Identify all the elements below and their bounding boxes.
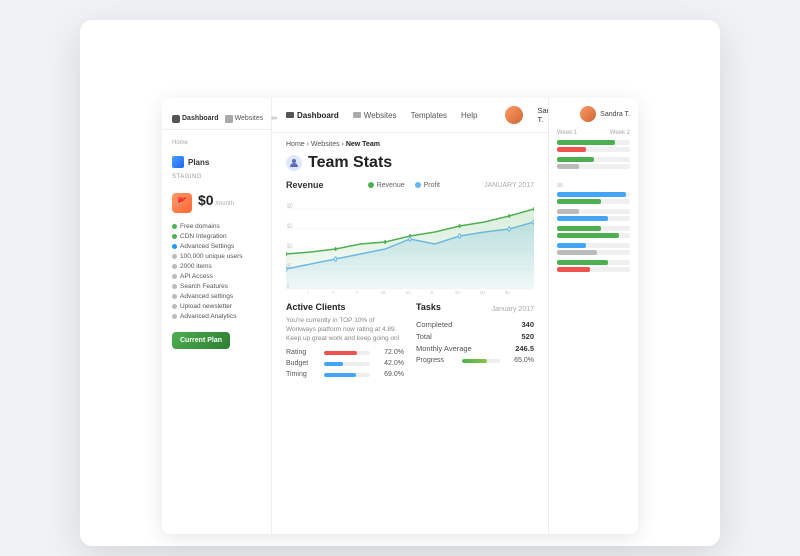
active-clients-title: Active Clients bbox=[286, 302, 404, 312]
feature-cdn: CDN Integration bbox=[172, 233, 261, 240]
nav-help[interactable]: Help bbox=[461, 111, 477, 120]
bottom-section: Active Clients You're currently in TOP 1… bbox=[286, 302, 534, 382]
price-value: $0 bbox=[198, 192, 214, 208]
right-panel: Sandra T. Week 1 Week 2 95 bbox=[548, 98, 638, 534]
main-content: Dashboard Websites Templates Help Sandra… bbox=[272, 98, 548, 534]
nav-dashboard[interactable]: Dashboard bbox=[286, 111, 339, 120]
right-panel-user: Sandra T. bbox=[557, 106, 630, 122]
top-navigation: Dashboard Websites Templates Help Sandra… bbox=[272, 98, 548, 133]
metric-rating: Rating 72.0% bbox=[286, 349, 404, 356]
feature-newsletter: Upload newsletter bbox=[172, 303, 261, 310]
feature-items: 2000 items bbox=[172, 263, 261, 270]
svg-text:6: 6 bbox=[356, 289, 358, 294]
svg-text:18.1: 18.1 bbox=[406, 289, 412, 294]
revenue-date: JANUARY 2017 bbox=[484, 182, 534, 189]
legend-revenue: Revenue bbox=[368, 182, 405, 189]
feature-advanced: Advanced Settings bbox=[172, 243, 261, 250]
right-panel-name: Sandra T. bbox=[600, 111, 630, 118]
plans-icon bbox=[172, 156, 184, 168]
svg-text:122: 122 bbox=[381, 289, 386, 294]
breadcrumb: Home › Websites › New Team bbox=[286, 141, 534, 148]
right-bar-1 bbox=[557, 140, 630, 152]
metric-budget: Budget 42.0% bbox=[286, 360, 404, 367]
right-bar-5 bbox=[557, 226, 630, 238]
svg-text:$15: $15 bbox=[287, 223, 293, 230]
legend-profit: Profit bbox=[415, 182, 440, 189]
right-bar-2 bbox=[557, 157, 630, 169]
progress-row: Progress 65.0% bbox=[416, 357, 534, 364]
right-bar-6 bbox=[557, 243, 630, 255]
svg-text:29.1: 29.1 bbox=[505, 289, 511, 294]
svg-text:29.4: 29.4 bbox=[480, 289, 486, 294]
sidebar-breadcrumb: Home bbox=[162, 138, 271, 148]
right-panel-avatar bbox=[580, 106, 596, 122]
task-completed: Completed 340 bbox=[416, 320, 534, 329]
svg-text:$20: $20 bbox=[287, 203, 293, 210]
price-icon: 🚩 bbox=[172, 193, 192, 213]
svg-text:22.7: 22.7 bbox=[455, 289, 461, 294]
price-suffix: /month bbox=[216, 201, 234, 207]
active-clients-section: Active Clients You're currently in TOP 1… bbox=[286, 302, 404, 382]
right-bar-4 bbox=[557, 209, 630, 221]
metric-timing: Timing 69.0% bbox=[286, 371, 404, 378]
user-avatar bbox=[505, 106, 523, 124]
nav-templates[interactable]: Templates bbox=[411, 111, 447, 120]
svg-text:3: 3 bbox=[332, 289, 334, 294]
svg-text:0: 0 bbox=[287, 283, 289, 290]
feature-search: Search Features bbox=[172, 283, 261, 290]
team-stats-icon bbox=[286, 155, 302, 171]
revenue-title: Revenue bbox=[286, 180, 324, 190]
sidebar: Dashboard Websites ✏ Home Plans STAGING … bbox=[162, 98, 272, 534]
svg-text:$10: $10 bbox=[287, 243, 293, 250]
feature-free-domains: Free domains bbox=[172, 223, 261, 230]
right-bar-3: 95 bbox=[557, 174, 630, 204]
nav-websites[interactable]: Websites bbox=[353, 111, 397, 120]
svg-text:21: 21 bbox=[430, 289, 434, 294]
feature-users: 100,000 unique users bbox=[172, 253, 261, 260]
feature-advanced-settings: Advanced settings bbox=[172, 293, 261, 300]
user-name: Sandra T. bbox=[537, 106, 548, 124]
client-description: You're currently in TOP 10% of Workways … bbox=[286, 316, 404, 343]
task-monthly-avg: Monthly Average 246.5 bbox=[416, 344, 534, 353]
sidebar-item-dashboard[interactable]: Dashboard bbox=[172, 114, 219, 123]
tasks-section: Tasks January 2017 Completed 340 Total 5… bbox=[416, 302, 534, 382]
week2-label: Week 2 bbox=[610, 130, 630, 136]
tasks-title: Tasks bbox=[416, 302, 441, 312]
week1-label: Week 1 bbox=[557, 130, 577, 136]
feature-analytics: Advanced Analytics bbox=[172, 313, 261, 320]
svg-text:1: 1 bbox=[308, 289, 310, 294]
revenue-section: Revenue Revenue Profit JANUARY 2017 bbox=[286, 180, 534, 294]
team-stats-title: Team Stats bbox=[286, 154, 534, 172]
feature-api: API Access bbox=[172, 273, 261, 280]
task-total: Total 520 bbox=[416, 332, 534, 341]
content-area: Home › Websites › New Team Team Stats bbox=[272, 133, 548, 534]
sidebar-item-websites[interactable]: Websites bbox=[225, 114, 264, 123]
revenue-chart: $20 $15 $10 $5 0 1 3 6 122 18.1 21 bbox=[286, 194, 534, 294]
tasks-date: January 2017 bbox=[492, 306, 534, 313]
sidebar-plans-title: Plans bbox=[162, 152, 271, 174]
staging-label: STAGING bbox=[162, 174, 271, 180]
current-plan-button[interactable]: Current Plan bbox=[172, 332, 230, 349]
svg-text:$5: $5 bbox=[287, 263, 291, 270]
right-bar-7 bbox=[557, 260, 630, 272]
